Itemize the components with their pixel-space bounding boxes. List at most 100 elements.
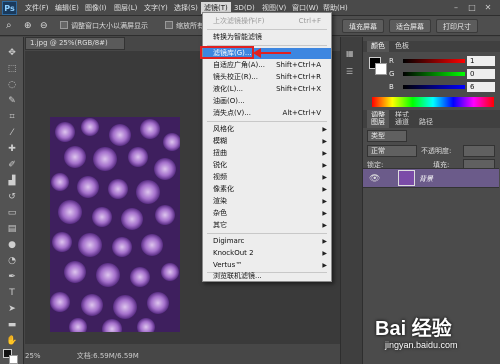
g-value[interactable]: 0: [467, 69, 495, 79]
menu-item-oil-paint[interactable]: 油画(O)...: [203, 96, 331, 107]
move-tool-icon[interactable]: ✥: [4, 47, 20, 59]
menu-type[interactable]: 文字(Y): [141, 2, 171, 14]
lasso-tool-icon[interactable]: ◌: [4, 79, 20, 91]
opacity-label: 不透明度:: [421, 147, 452, 155]
menu-item-render[interactable]: 渲染 ▶: [203, 196, 331, 207]
opacity-field[interactable]: [463, 145, 495, 157]
layer-row-background[interactable]: 👁 背景: [363, 168, 499, 188]
crop-tool-icon[interactable]: ⌗: [4, 111, 20, 123]
menu-item-liquify[interactable]: 液化(L)... Shift+Ctrl+X: [203, 84, 331, 95]
healing-tool-icon[interactable]: ✚: [4, 143, 20, 155]
menu-item-other[interactable]: 其它 ▶: [203, 220, 331, 231]
resize-window-checkbox[interactable]: [60, 21, 68, 29]
blur-tool-icon[interactable]: ●: [4, 239, 20, 251]
layer-name[interactable]: 背景: [419, 173, 459, 185]
marquee-tool-icon[interactable]: ⬚: [4, 63, 20, 75]
zoom-tool-icon[interactable]: ⌕: [6, 19, 20, 33]
print-size-button[interactable]: 打印尺寸: [436, 19, 478, 33]
blend-mode-select[interactable]: 正常: [367, 145, 417, 157]
zoom-all-checkbox[interactable]: [165, 21, 173, 29]
color-panel-tabs: 颜色 色板: [363, 41, 500, 52]
menu-image[interactable]: 图像(I): [82, 2, 110, 14]
maximize-button[interactable]: □: [465, 2, 479, 13]
dodge-tool-icon[interactable]: ◔: [4, 255, 20, 267]
bg-color-preview[interactable]: [375, 63, 387, 75]
menu-item-browse-online-filters[interactable]: 浏览联机滤镜...: [203, 271, 331, 281]
r-slider-row: R 1: [389, 55, 497, 67]
hand-tool-icon[interactable]: ✋: [4, 335, 20, 347]
menu-separator: [207, 233, 327, 234]
menu-separator: [207, 121, 327, 122]
g-label: G: [389, 70, 395, 78]
annotation-arrow-icon: [253, 48, 291, 58]
eraser-tool-icon[interactable]: ▭: [4, 207, 20, 219]
g-slider[interactable]: [403, 72, 465, 76]
document-tab[interactable]: 1.jpg @ 25%(RGB/8#): [25, 37, 125, 50]
menu-item-lens-correction[interactable]: 镜头校正(R)... Shift+Ctrl+R: [203, 72, 331, 83]
status-bar: 25% 文档:6.59M/6.59M: [25, 350, 165, 362]
annotation-highlight-box: [200, 46, 254, 59]
menu-item-sharpen[interactable]: 锐化 ▶: [203, 160, 331, 171]
tab-channels[interactable]: 通道: [391, 117, 413, 128]
gradient-tool-icon[interactable]: ▤: [4, 223, 20, 235]
tab-color[interactable]: 颜色: [367, 41, 389, 52]
watermark-url: jingyan.baidu.com: [385, 340, 458, 350]
menu-item-distort[interactable]: 扭曲 ▶: [203, 148, 331, 159]
menu-select[interactable]: 选择(S): [171, 2, 201, 14]
path-select-tool-icon[interactable]: ➤: [4, 303, 20, 315]
menu-item-vertus[interactable]: Vertus™ ▶: [203, 260, 331, 271]
layer-kind-filter[interactable]: 类型: [367, 130, 407, 142]
tab-layers[interactable]: 图层: [367, 117, 389, 128]
toolbox: ✥ ⬚ ◌ ✎ ⌗ ⁄ ✚ ✐ ▟ ↺ ▭ ▤ ● ◔ ✒ T ➤ ▬ ✋: [0, 37, 24, 364]
b-value[interactable]: 6: [467, 82, 495, 92]
layer-thumbnail: [398, 170, 415, 186]
zoom-in-icon[interactable]: ⊕: [24, 19, 38, 33]
menu-edit[interactable]: 编辑(E): [52, 2, 82, 14]
tab-swatches[interactable]: 色板: [391, 41, 413, 52]
menu-item-blur[interactable]: 模糊 ▶: [203, 136, 331, 147]
r-value[interactable]: 1: [467, 56, 495, 66]
zoom-out-icon[interactable]: ⊖: [40, 19, 54, 33]
background-color-swatch[interactable]: [9, 355, 18, 364]
menu-item-video[interactable]: 视频 ▶: [203, 172, 331, 183]
menu-item-adaptive-wide-angle[interactable]: 自适应广角(A)... Shift+Ctrl+A: [203, 60, 331, 71]
zoom-level[interactable]: 25%: [25, 352, 41, 360]
g-slider-row: G 0: [389, 68, 497, 80]
menu-item-pixelate[interactable]: 像素化 ▶: [203, 184, 331, 195]
menu-item-noise[interactable]: 杂色 ▶: [203, 208, 331, 219]
type-tool-icon[interactable]: T: [4, 287, 20, 299]
stamp-tool-icon[interactable]: ▟: [4, 175, 20, 187]
b-slider[interactable]: [403, 85, 465, 89]
eye-icon[interactable]: 👁: [369, 173, 381, 185]
r-slider[interactable]: [403, 59, 465, 63]
pen-tool-icon[interactable]: ✒: [4, 271, 20, 283]
menu-item-vanishing-point[interactable]: 消失点(V)... Alt+Ctrl+V: [203, 108, 331, 119]
menu-item-convert-smart-filter[interactable]: 转换为智能滤镜: [203, 32, 331, 43]
fit-screen-button[interactable]: 适合屏幕: [389, 19, 431, 33]
close-button[interactable]: ✕: [481, 2, 495, 13]
properties-panel-icon[interactable]: ☰: [346, 67, 358, 77]
brush-tool-icon[interactable]: ✐: [4, 159, 20, 171]
history-brush-icon[interactable]: ↺: [4, 191, 20, 203]
quick-select-tool-icon[interactable]: ✎: [4, 95, 20, 107]
menu-item-last-filter: 上次滤镜操作(F) Ctrl+F: [213, 17, 321, 25]
shape-tool-icon[interactable]: ▬: [4, 319, 20, 331]
zoom-all-label: 缩放所有: [176, 22, 204, 30]
menu-layer[interactable]: 图层(L): [111, 2, 140, 14]
menu-item-digimarc[interactable]: Digimarc ▶: [203, 236, 331, 247]
layers-panel-tabs: 图层 通道 路径: [363, 117, 500, 128]
history-panel-icon[interactable]: ▦: [346, 49, 358, 59]
color-spectrum[interactable]: [372, 97, 494, 107]
b-label: B: [389, 83, 394, 91]
menu-item-stylize[interactable]: 风格化 ▶: [203, 124, 331, 135]
lilac-photo: [50, 117, 180, 332]
document-size: 文档:6.59M/6.59M: [76, 352, 139, 360]
tab-paths[interactable]: 路径: [415, 117, 437, 128]
menu-item-knockout[interactable]: KnockOut 2 ▶: [203, 248, 331, 259]
menu-file[interactable]: 文件(F): [22, 2, 52, 14]
fill-screen-button[interactable]: 填充屏幕: [342, 19, 384, 33]
r-label: R: [389, 57, 394, 65]
photoshop-window: Ps 文件(F) 编辑(E) 图像(I) 图层(L) 文字(Y) 选择(S) 滤…: [0, 0, 500, 364]
eyedropper-tool-icon[interactable]: ⁄: [4, 127, 20, 139]
minimize-button[interactable]: –: [449, 2, 463, 13]
